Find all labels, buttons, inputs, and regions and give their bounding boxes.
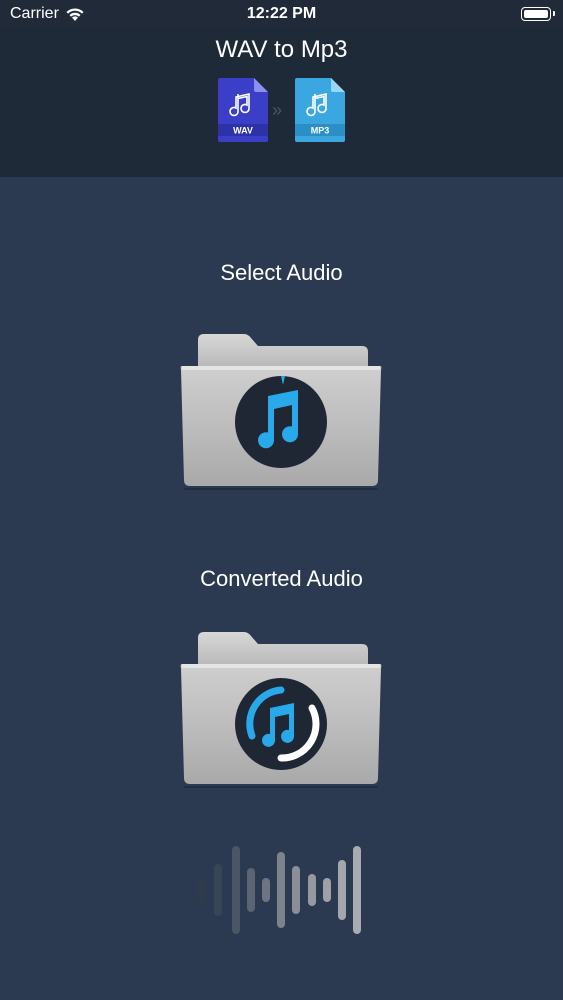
select-audio-label: Select Audio [220,260,343,285]
select-audio-button[interactable] [178,330,384,490]
converted-music-folder-icon [180,632,382,788]
mp3-file-icon: MP3 [295,78,345,142]
wav-file-icon: WAV [218,78,268,142]
format-icons: WAV » MP3 [0,78,563,144]
app-header: WAV to Mp3 WAV » MP3 [0,28,563,177]
wav-file-label: WAV [233,126,253,136]
converted-audio-label: Converted Audio [200,566,363,591]
status-bar: Carrier 12:22 PM [0,0,563,28]
converted-audio-button[interactable] [178,628,384,788]
music-folder-icon [180,334,382,490]
double-chevron-right-icon: » [272,100,283,120]
waveform-icon [198,846,361,934]
battery-icon [521,7,555,21]
status-time: 12:22 PM [246,5,317,22]
mp3-file-label: MP3 [311,126,330,136]
app-title: WAV to Mp3 [215,36,348,63]
